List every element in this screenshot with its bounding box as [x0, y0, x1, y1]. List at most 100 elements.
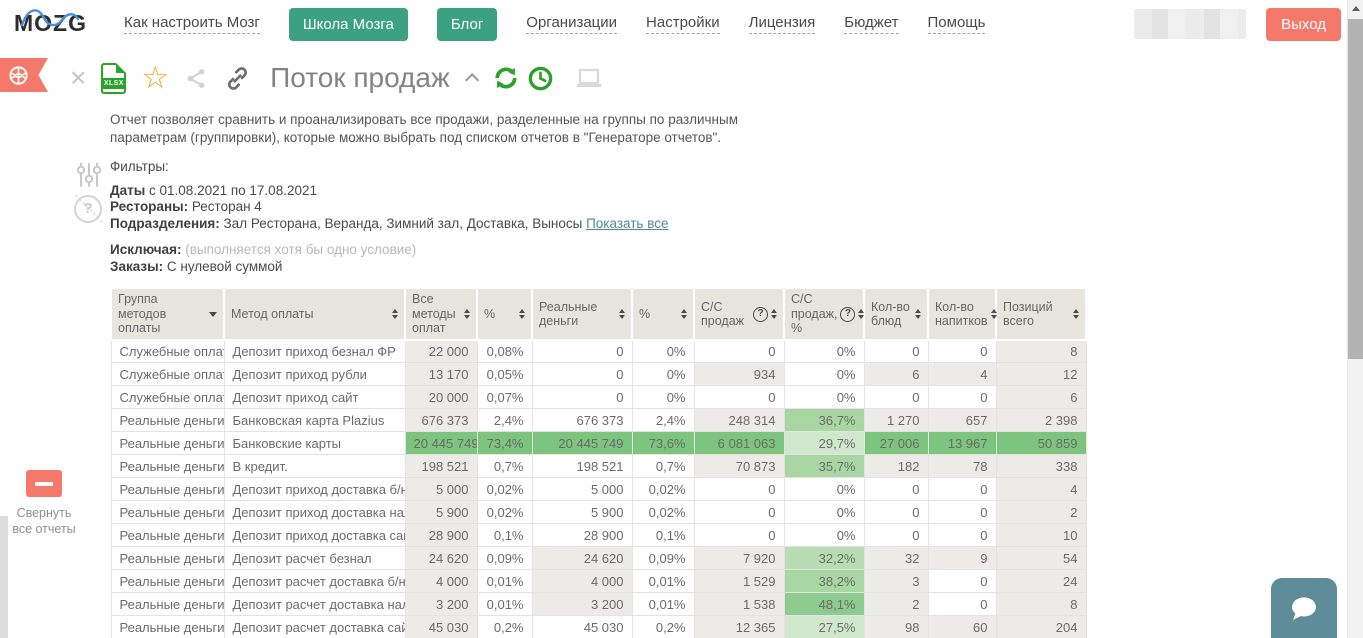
table-cell: 0	[928, 524, 996, 547]
table-cell: Депозит приход сайт	[224, 386, 405, 409]
table-cell: 0	[864, 524, 928, 547]
refresh-icon[interactable]	[492, 64, 520, 92]
nav-item-license[interactable]: Лицензия	[749, 14, 816, 34]
table-cell: 45 030	[532, 616, 632, 638]
table-row: Реальные деньгиВ кредит.198 5210,7%198 5…	[111, 455, 1086, 478]
help-question-icon[interactable]: ?	[74, 195, 102, 223]
xlsx-export-icon[interactable]: XLSX	[101, 63, 126, 94]
column-header-drink-count[interactable]: Кол-во напитков	[928, 288, 996, 339]
collapse-chevron-icon[interactable]	[465, 73, 479, 87]
table-cell: 78	[928, 455, 996, 478]
column-header-total-positions[interactable]: Позиций всего	[996, 288, 1086, 339]
nav-item-budget[interactable]: Бюджет	[844, 14, 898, 34]
copy-link-icon[interactable]	[224, 65, 251, 92]
show-all-link[interactable]: Показать все	[586, 216, 668, 231]
table-cell: Служебные оплаты	[111, 386, 224, 409]
sort-icon[interactable]	[858, 309, 864, 319]
nav-item-help[interactable]: Помощь	[928, 14, 986, 34]
table-cell: 0	[694, 524, 784, 547]
table-cell: 32,2%	[784, 547, 864, 570]
collapse-all-button[interactable]	[26, 470, 62, 497]
table-cell: 0%	[784, 478, 864, 501]
favorite-star-icon[interactable]: ☆	[141, 63, 169, 93]
filter-caret-icon[interactable]	[209, 312, 217, 317]
report-header: × XLSX ☆ Поток продаж	[70, 58, 1363, 98]
logout-button[interactable]: Выход	[1266, 8, 1341, 41]
sort-icon[interactable]	[1073, 309, 1079, 319]
filter-restaurants: Рестораны: Ресторан 4	[110, 199, 1363, 215]
sort-icon[interactable]	[392, 309, 398, 319]
nav-item-school[interactable]: Школа Мозга	[289, 8, 408, 41]
column-label: %	[639, 307, 650, 321]
sort-icon[interactable]	[771, 309, 777, 319]
top-navbar: MOZG Как настроить Мозг Школа Мозга Блог Ор…	[0, 0, 1363, 48]
table-cell: 5 000	[532, 478, 632, 501]
close-report-icon[interactable]: ×	[70, 64, 86, 92]
chat-bubble-icon	[1287, 594, 1321, 624]
table-cell: 0,2%	[477, 616, 532, 638]
column-header-cost-of-sales[interactable]: С/С продаж?	[694, 288, 784, 339]
filters-section: ? Фильтры: Даты с 01.08.2021 по 17.08.20…	[0, 159, 1363, 274]
table-cell: 0	[864, 501, 928, 524]
table-cell: 0	[532, 386, 632, 409]
nav-item-settings[interactable]: Настройки	[646, 14, 720, 34]
column-header-percent-real[interactable]: %	[632, 288, 694, 339]
share-icon[interactable]	[184, 66, 209, 91]
table-cell: 50 859	[996, 432, 1086, 455]
table-cell: 5 000	[405, 478, 477, 501]
column-header-payment-method[interactable]: Метод оплаты	[224, 288, 405, 339]
app-viewport: MOZG Как настроить Мозг Школа Мозга Блог Ор…	[0, 0, 1363, 638]
table-cell: 934	[694, 363, 784, 386]
report-title: Поток продаж	[270, 62, 450, 94]
filter-divisions: Подразделения: Зал Ресторана, Веранда, З…	[110, 216, 1363, 232]
brain-icon	[7, 64, 30, 87]
filter-restaurants-value: Ресторан 4	[188, 199, 262, 214]
table-cell: Служебные оплаты	[111, 363, 224, 386]
table-cell: Реальные деньги	[111, 409, 224, 432]
table-cell: 28 900	[532, 524, 632, 547]
table-cell: Реальные деньги	[111, 432, 224, 455]
column-help-icon[interactable]: ?	[840, 307, 855, 322]
table-cell: 0	[928, 501, 996, 524]
table-cell: 5 900	[405, 501, 477, 524]
column-header-all-payment-methods[interactable]: Все методы оплат	[405, 288, 477, 339]
column-header-dish-count[interactable]: Кол-во блюд	[864, 288, 928, 339]
chat-button[interactable]	[1271, 578, 1337, 638]
table-cell: 24	[996, 570, 1086, 593]
column-header-payment-method-group[interactable]: Группа методов оплаты	[111, 288, 224, 339]
table-cell: 248 314	[694, 409, 784, 432]
sort-icon[interactable]	[681, 309, 687, 319]
nav-item-how-to-setup[interactable]: Как настроить Мозг	[124, 14, 260, 34]
filter-dates-label: Даты	[110, 183, 145, 198]
user-name-blurred[interactable]	[1134, 9, 1246, 39]
monitor-icon[interactable]	[575, 65, 603, 91]
table-cell: 22 000	[405, 340, 477, 363]
report-brain-tab[interactable]	[0, 58, 48, 92]
table-cell: 0,01%	[477, 593, 532, 616]
table-cell: Депозит приход доставка нал	[224, 501, 405, 524]
scroll-up-icon[interactable]	[1352, 6, 1360, 11]
sort-icon[interactable]	[464, 309, 470, 319]
column-header-cost-of-sales-percent[interactable]: С/С продаж, %?	[784, 288, 864, 339]
sort-icon[interactable]	[519, 309, 525, 319]
table-row: Реальные деньгиДепозит расчет доставка б…	[111, 570, 1086, 593]
table-cell: 0,08%	[477, 340, 532, 363]
column-header-real-money[interactable]: Реальные деньги	[532, 288, 632, 339]
sort-icon[interactable]	[915, 309, 921, 319]
scrollbar-thumb[interactable]	[1348, 19, 1363, 359]
schedule-clock-icon[interactable]	[527, 65, 554, 92]
table-cell: 24 620	[532, 547, 632, 570]
sort-icon[interactable]	[991, 309, 997, 319]
nav-item-organizations[interactable]: Организации	[526, 14, 617, 34]
mozg-logo[interactable]: MOZG	[12, 4, 98, 45]
column-label: Все методы оплат	[412, 292, 461, 335]
table-cell: 0%	[784, 524, 864, 547]
vertical-scrollbar[interactable]	[1347, 0, 1363, 638]
table-cell: 8	[996, 340, 1086, 363]
sort-icon[interactable]	[619, 309, 625, 319]
nav-item-blog[interactable]: Блог	[437, 8, 497, 41]
column-header-percent-all[interactable]: %	[477, 288, 532, 339]
column-help-icon[interactable]: ?	[753, 307, 768, 322]
table-cell: 32	[864, 547, 928, 570]
table-cell: 0,01%	[632, 593, 694, 616]
